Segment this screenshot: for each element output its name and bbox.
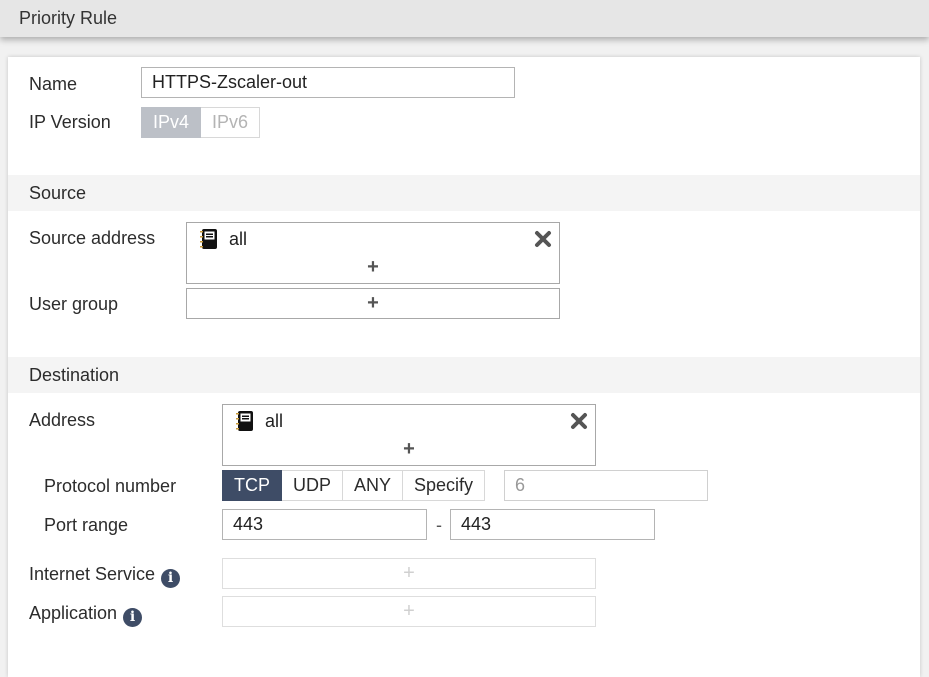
source-address-label: Source address [29,228,156,248]
add-user-group-button[interactable]: + [367,293,379,313]
source-address-value: all [229,228,248,249]
port-range-from-input[interactable] [222,509,427,540]
info-icon[interactable]: i [161,569,181,588]
protocol-toggle: TCP UDP ANY Specify [222,470,486,501]
destination-address-field[interactable]: all + [222,404,596,466]
title-bar: Priority Rule [0,0,929,37]
info-icon[interactable]: i [123,608,143,627]
source-section-title: Source [29,183,87,203]
destination-address-label: Address [29,410,96,430]
ip-version-label: IP Version [29,112,111,132]
destination-address-entry[interactable]: all [235,410,283,432]
ipv6-option[interactable]: IPv6 [201,107,261,138]
add-application-button[interactable]: + [403,601,415,621]
user-group-field[interactable]: + [186,288,560,319]
ip-version-toggle: IPv4 IPv6 [141,107,261,138]
protocol-udp-option[interactable]: UDP [282,470,344,501]
ipv4-option[interactable]: IPv4 [141,107,202,138]
internet-service-label: Internet Service i [29,564,181,588]
protocol-tcp-option[interactable]: TCP [222,470,282,501]
remove-icon[interactable] [534,230,552,248]
protocol-specify-option[interactable]: Specify [403,470,486,501]
application-label: Application i [29,603,143,627]
destination-address-value: all [265,410,284,431]
destination-section-title: Destination [29,365,120,385]
add-internet-service-button[interactable]: + [403,563,415,583]
port-range-separator: - [436,515,442,535]
internet-service-field[interactable]: + [222,558,596,589]
priority-rule-form: Name IP Version IPv4 IPv6 Source Source … [8,57,920,677]
internet-service-label-text: Internet Service [29,564,156,584]
add-destination-address-button[interactable]: + [403,439,415,459]
name-input[interactable] [141,67,515,98]
add-source-address-button[interactable]: + [367,257,379,277]
source-address-field[interactable]: all + [186,222,560,284]
name-label: Name [29,74,78,94]
source-section-header: Source [8,175,920,211]
protocol-number-input[interactable] [504,470,708,501]
application-label-text: Application [29,603,118,623]
port-range-label: Port range [44,515,129,535]
remove-icon[interactable] [570,412,588,430]
protocol-any-option[interactable]: ANY [343,470,404,501]
destination-section-header: Destination [8,357,920,393]
port-range-to-input[interactable] [450,509,655,540]
application-field[interactable]: + [222,596,596,627]
protocol-number-label: Protocol number [44,476,177,496]
address-book-icon [200,229,217,249]
window-title: Priority Rule [19,8,118,28]
user-group-label: User group [29,294,119,314]
source-address-entry[interactable]: all [199,228,247,250]
address-book-icon [236,411,253,431]
